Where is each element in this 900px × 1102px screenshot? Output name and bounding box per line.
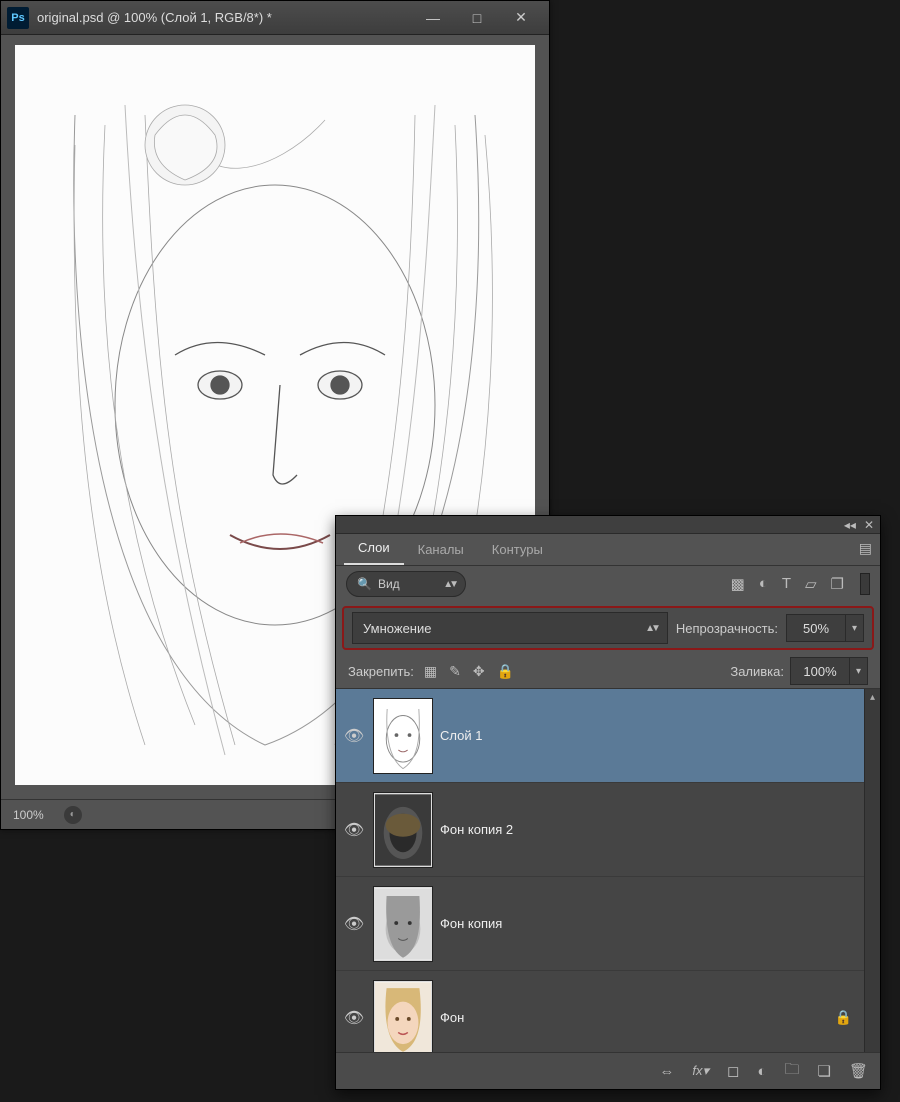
layer-row[interactable]: 👁 Слой 1 bbox=[336, 689, 880, 783]
opacity-dropdown-arrow[interactable]: ▾ bbox=[846, 614, 864, 642]
blend-mode-dropdown[interactable]: Умножение ▲▼ bbox=[352, 612, 668, 644]
layer-thumbnail[interactable] bbox=[374, 887, 432, 961]
filter-type-label: Вид bbox=[378, 577, 400, 591]
visibility-toggle-icon[interactable]: 👁 bbox=[336, 820, 372, 840]
panel-menu-icon[interactable]: ▤ bbox=[859, 540, 872, 557]
lock-all-icon[interactable]: 🔒 bbox=[497, 663, 514, 680]
new-layer-icon[interactable]: ❏ bbox=[818, 1062, 831, 1080]
collapse-arrows-icon[interactable]: ◂◂ bbox=[844, 519, 856, 531]
search-icon: 🔍 bbox=[357, 577, 372, 591]
lock-transparency-icon[interactable]: ▦ bbox=[424, 663, 437, 680]
layer-name[interactable]: Фон копия 2 bbox=[440, 822, 513, 837]
close-button[interactable]: ✕ bbox=[499, 5, 543, 31]
layer-name[interactable]: Фон копия bbox=[440, 916, 502, 931]
layer-locked-icon: 🔒 bbox=[835, 1009, 852, 1026]
layer-thumbnail[interactable] bbox=[374, 699, 432, 773]
minimize-button[interactable]: — bbox=[411, 5, 455, 31]
panel-tabs: Слои Каналы Контуры ▤ bbox=[336, 534, 880, 566]
lock-image-icon[interactable]: ✎ bbox=[449, 663, 461, 680]
layer-name[interactable]: Слой 1 bbox=[440, 728, 482, 743]
filter-smartobject-icon[interactable]: ❐ bbox=[831, 575, 844, 593]
panel-close-icon[interactable]: ✕ bbox=[864, 519, 874, 531]
visibility-toggle-icon[interactable]: 👁 bbox=[336, 726, 372, 746]
blend-mode-value: Умножение bbox=[363, 621, 431, 636]
dropdown-arrows-icon: ▲▼ bbox=[443, 579, 455, 590]
tab-channels[interactable]: Каналы bbox=[404, 536, 478, 565]
filter-shape-icon[interactable]: ▱ bbox=[805, 575, 817, 593]
blend-opacity-row: Умножение ▲▼ Непрозрачность: 50% ▾ bbox=[342, 606, 874, 650]
layer-filter-dropdown[interactable]: 🔍 Вид ▲▼ bbox=[346, 571, 466, 597]
layer-name[interactable]: Фон bbox=[440, 1010, 464, 1025]
add-mask-icon[interactable]: ◻ bbox=[727, 1062, 739, 1080]
scroll-up-icon[interactable]: ▴ bbox=[865, 689, 880, 705]
zoom-level[interactable]: 100% bbox=[13, 808, 44, 822]
window-controls: — □ ✕ bbox=[411, 5, 543, 31]
lock-position-icon[interactable]: ✥ bbox=[473, 663, 485, 680]
layer-row[interactable]: 👁 Фон копия 2 bbox=[336, 783, 880, 877]
layers-panel-footer: ⇔ fx▾ ◻ ◐ 🗀 ❏ 🗑 bbox=[336, 1053, 880, 1089]
layer-row[interactable]: 👁 Фон 🔒 bbox=[336, 971, 880, 1053]
opacity-input[interactable]: 50% bbox=[786, 614, 846, 642]
dropdown-arrows-icon: ▲▼ bbox=[645, 623, 657, 634]
statusbar-info-icon[interactable]: ◐ bbox=[64, 806, 82, 824]
fill-label: Заливка: bbox=[730, 664, 784, 679]
new-group-icon[interactable]: 🗀 bbox=[784, 1059, 799, 1084]
fill-input[interactable]: 100% bbox=[790, 657, 850, 685]
layer-thumbnail[interactable] bbox=[374, 793, 432, 867]
layer-thumbnail[interactable] bbox=[374, 981, 432, 1054]
tab-paths[interactable]: Контуры bbox=[478, 536, 557, 565]
layers-scrollbar[interactable]: ▴ bbox=[864, 689, 880, 1052]
new-adjustment-icon[interactable]: ◐ bbox=[757, 1063, 766, 1080]
link-layers-icon[interactable]: ⇔ bbox=[659, 1063, 674, 1080]
document-title: original.psd @ 100% (Слой 1, RGB/8*) * bbox=[37, 10, 411, 25]
photoshop-app-icon: Ps bbox=[7, 7, 29, 29]
filter-type-icon[interactable]: T bbox=[782, 575, 791, 593]
fill-dropdown-arrow[interactable]: ▾ bbox=[850, 657, 868, 685]
layers-panel: ◂◂ ✕ Слои Каналы Контуры ▤ 🔍 Вид ▲▼ ▩ ◐ … bbox=[335, 515, 881, 1090]
layers-list[interactable]: 👁 Слой 1 👁 Фон копия 2 👁 Фон копия 👁 bbox=[336, 688, 880, 1053]
layer-row[interactable]: 👁 Фон копия bbox=[336, 877, 880, 971]
opacity-label: Непрозрачность: bbox=[676, 621, 778, 636]
panel-topbar[interactable]: ◂◂ ✕ bbox=[336, 516, 880, 534]
layer-fx-icon[interactable]: fx▾ bbox=[692, 1063, 709, 1079]
filter-adjustment-icon[interactable]: ◐ bbox=[759, 575, 768, 593]
lock-label: Закрепить: bbox=[348, 664, 414, 679]
lock-fill-row: Закрепить: ▦ ✎ ✥ 🔒 Заливка: 100% ▾ bbox=[336, 654, 880, 688]
document-titlebar[interactable]: Ps original.psd @ 100% (Слой 1, RGB/8*) … bbox=[1, 1, 549, 35]
maximize-button[interactable]: □ bbox=[455, 5, 499, 31]
tab-layers[interactable]: Слои bbox=[344, 534, 404, 565]
layer-filter-row: 🔍 Вид ▲▼ ▩ ◐ T ▱ ❐ bbox=[336, 566, 880, 602]
filter-toggle[interactable] bbox=[860, 573, 870, 595]
visibility-toggle-icon[interactable]: 👁 bbox=[336, 1008, 372, 1028]
delete-layer-icon[interactable]: 🗑 bbox=[849, 1062, 868, 1080]
visibility-toggle-icon[interactable]: 👁 bbox=[336, 914, 372, 934]
filter-pixel-icon[interactable]: ▩ bbox=[731, 575, 745, 593]
